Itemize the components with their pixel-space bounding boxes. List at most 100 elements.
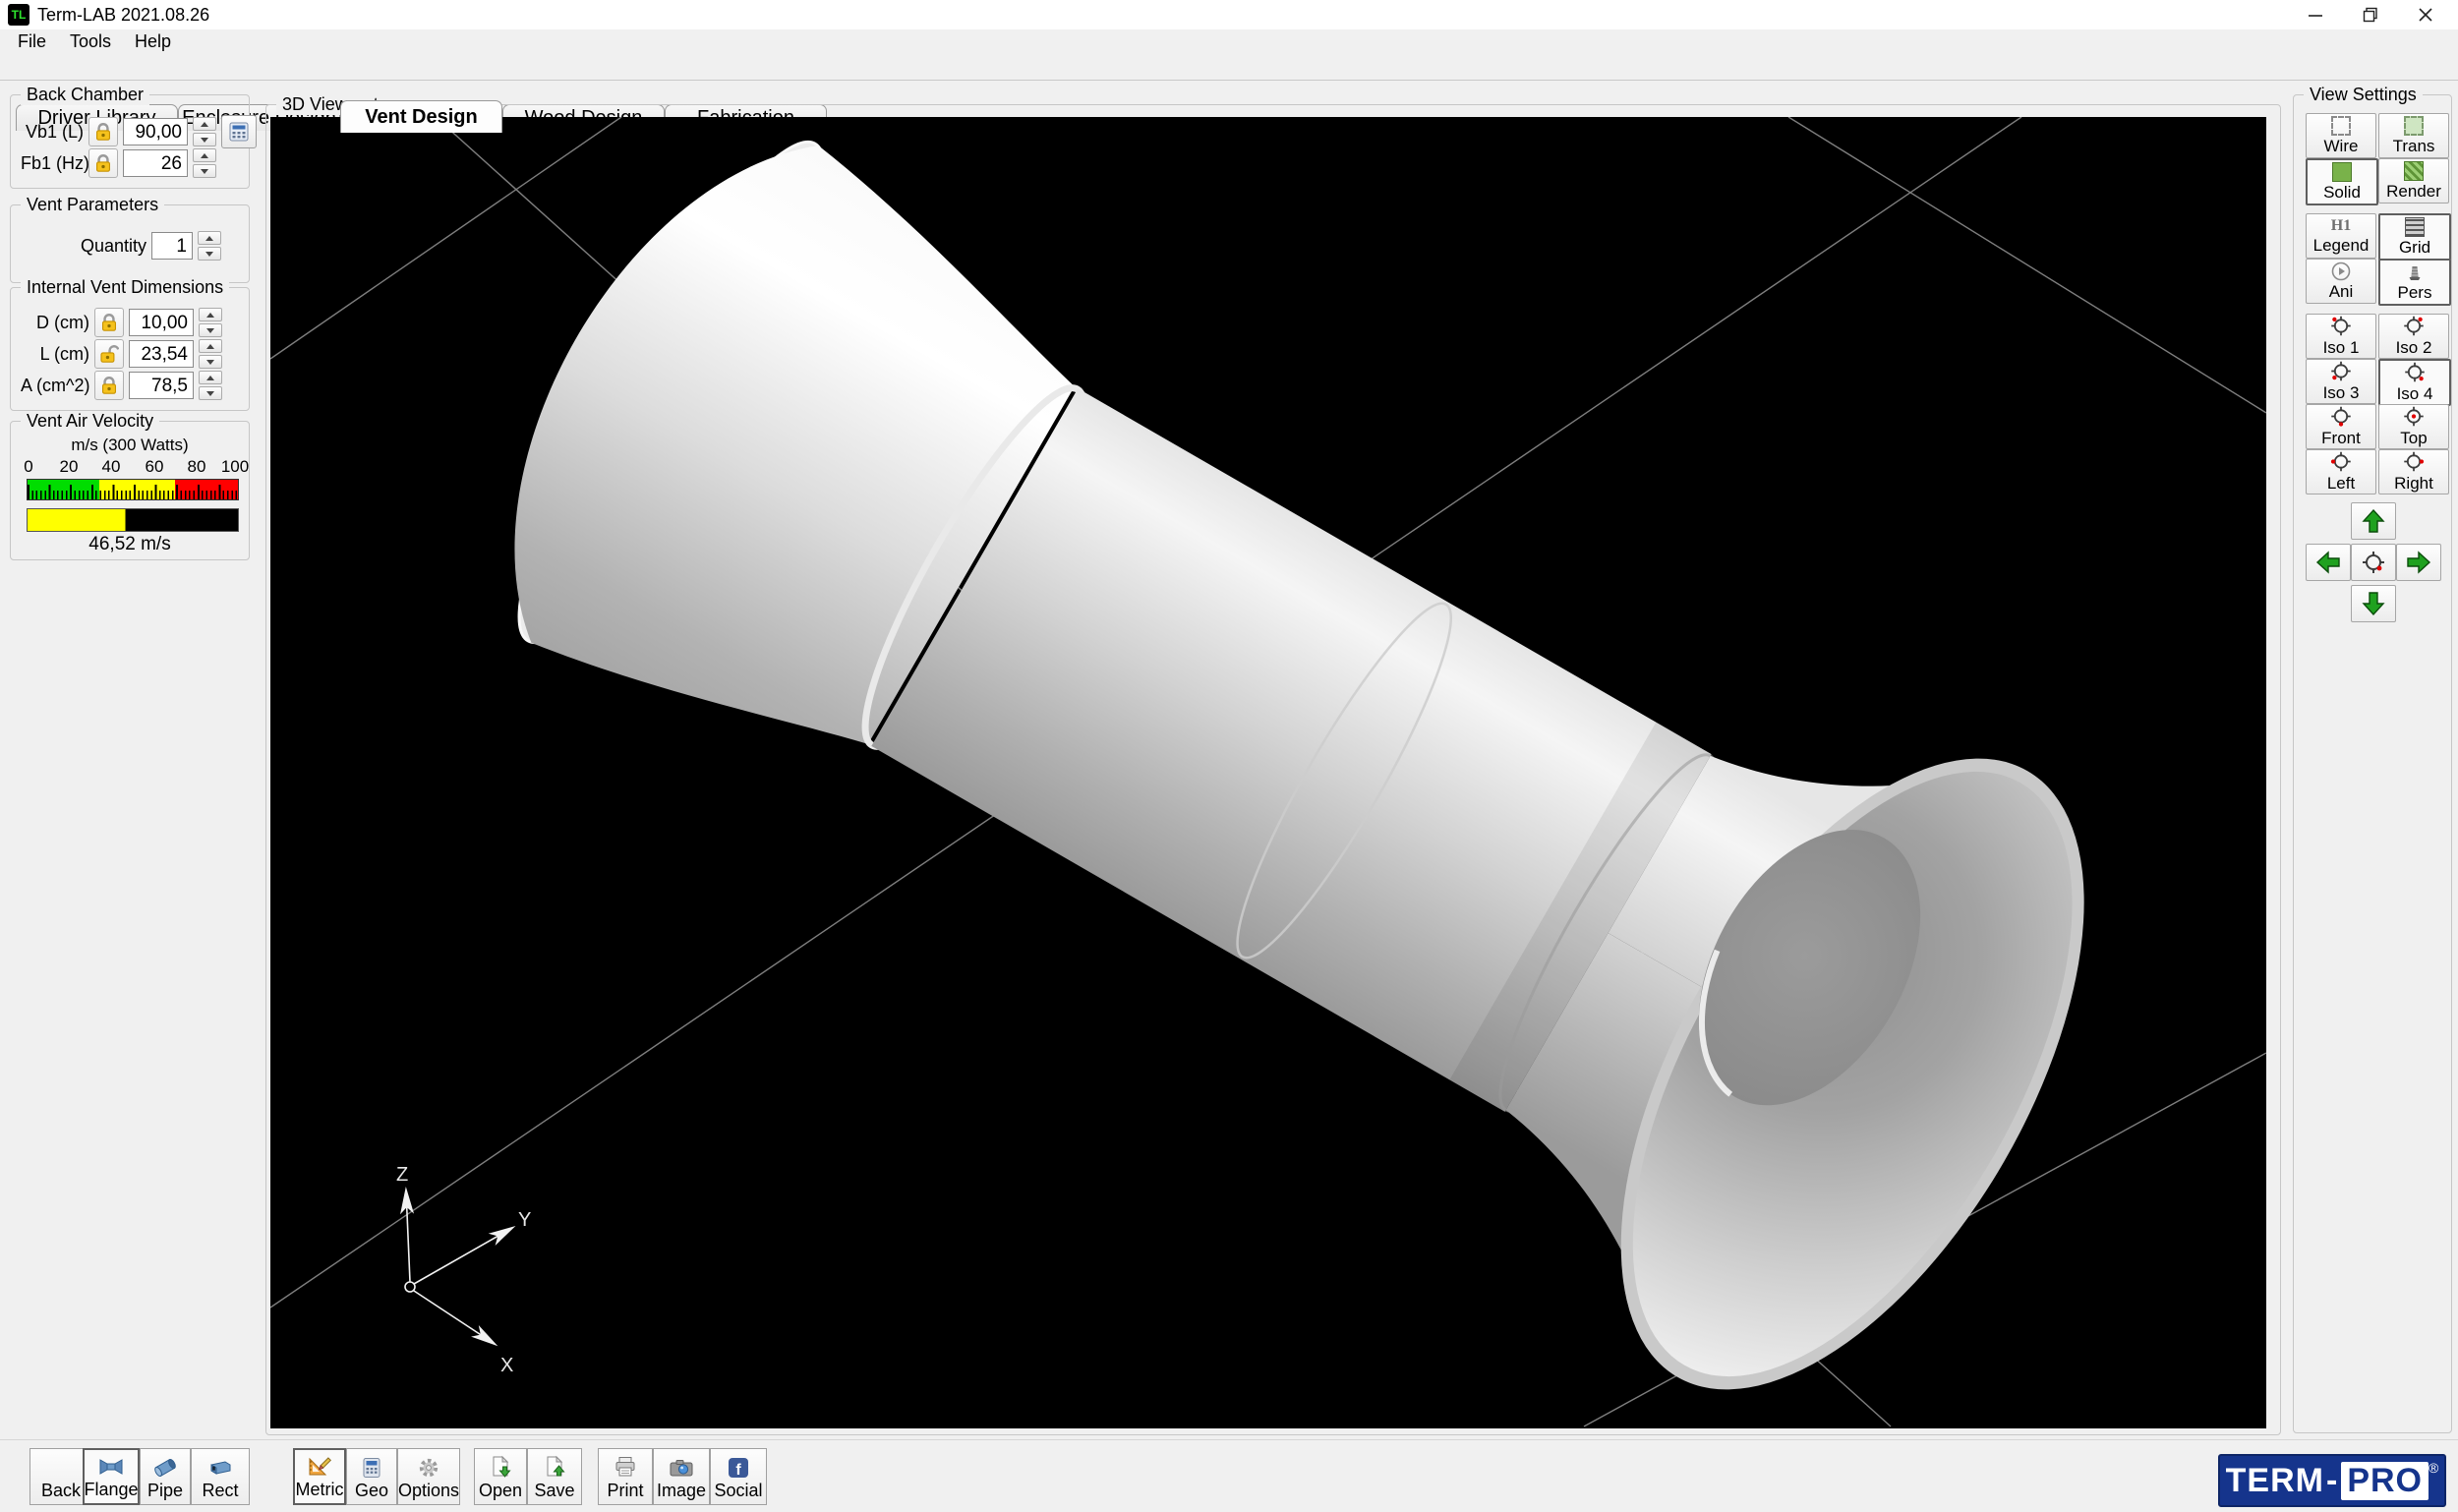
flange-button[interactable]: Flange xyxy=(83,1448,140,1505)
right-view-button[interactable]: Right xyxy=(2378,449,2449,494)
save-icon xyxy=(543,1455,566,1479)
minimize-icon xyxy=(2308,7,2323,23)
vent-air-velocity-title: Vent Air Velocity xyxy=(21,411,159,432)
d-cm-label: D (cm) xyxy=(21,313,89,333)
a-cm2-lock-button[interactable] xyxy=(94,371,124,400)
x-axis-label: X xyxy=(500,1355,513,1376)
iso3-view-icon xyxy=(2329,360,2353,382)
iso2-view-icon xyxy=(2402,315,2426,337)
grid-icon xyxy=(2405,217,2425,237)
quantity-spinner[interactable] xyxy=(198,231,221,261)
app-icon: TL xyxy=(8,4,29,26)
d-cm-input[interactable]: 10,00 xyxy=(129,309,194,336)
minimize-button[interactable] xyxy=(2288,0,2343,29)
vb1-calculator-button[interactable] xyxy=(221,115,257,148)
fb1-spinner[interactable] xyxy=(193,148,216,178)
metric-icon xyxy=(307,1456,332,1478)
vb1-spinner[interactable] xyxy=(193,117,216,146)
restore-button[interactable] xyxy=(2343,0,2398,29)
term-pro-logo: TERM-PRO® xyxy=(2218,1454,2446,1507)
tab-vent-design[interactable]: Vent Design xyxy=(340,100,502,133)
vent-parameters-title: Vent Parameters xyxy=(21,195,164,215)
fb1-lock-button[interactable] xyxy=(88,148,118,178)
pan-up-icon xyxy=(2361,508,2386,534)
pan-left-button[interactable] xyxy=(2306,544,2351,581)
left-view-button[interactable]: Left xyxy=(2306,449,2376,494)
y-axis-label: Y xyxy=(518,1209,531,1231)
back-chamber-title: Back Chamber xyxy=(21,85,149,105)
d-cm-lock-button[interactable] xyxy=(94,308,124,337)
options-button[interactable]: Options xyxy=(397,1448,460,1505)
solid-toggle-button[interactable]: Solid xyxy=(2306,158,2378,205)
pan-right-icon xyxy=(2406,550,2431,575)
iso3-view-button[interactable]: Iso 3 xyxy=(2306,359,2376,404)
social-button[interactable]: f Social xyxy=(710,1448,767,1505)
a-cm2-input[interactable]: 78,5 xyxy=(129,372,194,399)
menu-tools[interactable]: Tools xyxy=(58,29,123,53)
view-settings-title: View Settings xyxy=(2304,85,2423,105)
render-toggle-button[interactable]: Render xyxy=(2378,158,2449,204)
application-window: TL Term-LAB 2021.08.26 File Tools Help D… xyxy=(0,0,2458,1512)
close-button[interactable] xyxy=(2398,0,2453,29)
left-view-icon xyxy=(2329,450,2353,473)
title-bar: TL Term-LAB 2021.08.26 xyxy=(0,0,2458,29)
iso1-view-icon xyxy=(2329,315,2353,337)
menu-file[interactable]: File xyxy=(6,29,58,53)
iso2-view-button[interactable]: Iso 2 xyxy=(2378,314,2449,359)
flange-icon xyxy=(98,1456,124,1478)
open-icon xyxy=(489,1455,512,1479)
vb1-input[interactable]: 90,00 xyxy=(123,118,188,145)
menu-help[interactable]: Help xyxy=(123,29,183,53)
pan-down-button[interactable] xyxy=(2351,585,2396,622)
pipe-button[interactable]: Pipe xyxy=(140,1448,191,1505)
l-cm-input[interactable]: 23,54 xyxy=(129,340,194,368)
pers-toggle-button[interactable]: Pers xyxy=(2378,259,2451,306)
lock-open-icon xyxy=(99,344,119,364)
viewport-canvas[interactable]: Z Y X xyxy=(270,117,2266,1428)
trans-icon xyxy=(2404,116,2424,136)
wire-icon xyxy=(2331,116,2351,136)
top-view-button[interactable]: Top xyxy=(2378,404,2449,449)
grid-toggle-button[interactable]: Grid xyxy=(2378,213,2451,261)
quantity-input[interactable]: 1 xyxy=(151,232,193,260)
save-button[interactable]: Save xyxy=(527,1448,582,1505)
vb1-lock-button[interactable] xyxy=(88,117,118,146)
velocity-tick-60: 60 xyxy=(146,457,164,477)
wire-toggle-button[interactable]: Wire xyxy=(2306,113,2376,158)
rect-button[interactable]: Rect xyxy=(191,1448,250,1505)
print-button[interactable]: Print xyxy=(598,1448,653,1505)
render-icon xyxy=(2404,161,2424,181)
view-settings-group: View Settings Wire Trans Solid Render H1… xyxy=(2293,94,2452,1433)
a-cm2-spinner[interactable] xyxy=(199,371,222,400)
iso1-view-button[interactable]: Iso 1 xyxy=(2306,314,2376,359)
metric-button[interactable]: Metric xyxy=(293,1448,346,1505)
iso4-view-button[interactable]: Iso 4 xyxy=(2378,359,2451,406)
vent-parameters-group: Vent Parameters Quantity 1 xyxy=(10,204,250,283)
legend-toggle-button[interactable]: H1 Legend xyxy=(2306,213,2376,259)
velocity-ruler-minor-ticks xyxy=(28,491,238,499)
l-cm-lock-button[interactable] xyxy=(94,339,124,369)
pan-right-button[interactable] xyxy=(2396,544,2441,581)
velocity-value-label: 46,52 m/s xyxy=(11,534,249,555)
pan-up-button[interactable] xyxy=(2351,502,2396,540)
svg-text:f: f xyxy=(735,1462,741,1479)
legend-icon: H1 xyxy=(2331,217,2351,235)
velocity-tick-80: 80 xyxy=(188,457,206,477)
trans-toggle-button[interactable]: Trans xyxy=(2378,113,2449,158)
vb1-label: Vb1 (L) xyxy=(21,122,84,143)
logo-registered-mark: ® xyxy=(2429,1460,2438,1476)
open-button[interactable]: Open xyxy=(474,1448,527,1505)
d-cm-spinner[interactable] xyxy=(199,308,222,337)
pan-down-icon xyxy=(2361,591,2386,616)
geo-button[interactable]: Geo xyxy=(346,1448,397,1505)
pan-left-icon xyxy=(2315,550,2341,575)
front-view-button[interactable]: Front xyxy=(2306,404,2376,449)
geo-icon xyxy=(360,1457,383,1479)
fb1-input[interactable]: 26 xyxy=(123,149,188,177)
image-button[interactable]: Image xyxy=(653,1448,710,1505)
center-view-button[interactable] xyxy=(2351,544,2396,581)
velocity-tick-0: 0 xyxy=(24,457,32,477)
l-cm-spinner[interactable] xyxy=(199,339,222,369)
ani-toggle-button[interactable]: Ani xyxy=(2306,259,2376,304)
velocity-ruler xyxy=(27,479,239,500)
